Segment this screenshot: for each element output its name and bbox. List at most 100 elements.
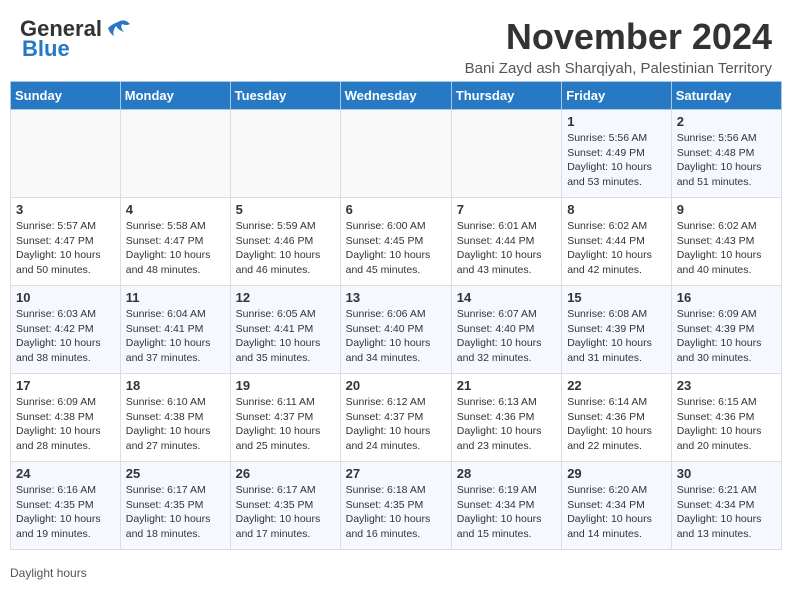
header-saturday: Saturday — [671, 82, 781, 110]
day-number: 8 — [567, 202, 666, 217]
day-number: 27 — [346, 466, 446, 481]
day-number: 30 — [677, 466, 776, 481]
day-number: 17 — [16, 378, 115, 393]
day-info: Sunrise: 6:04 AM Sunset: 4:41 PM Dayligh… — [126, 307, 225, 366]
table-row: 8 Sunrise: 6:02 AM Sunset: 4:44 PM Daylig… — [562, 198, 672, 286]
day-info: Sunrise: 6:06 AM Sunset: 4:40 PM Dayligh… — [346, 307, 446, 366]
day-number: 23 — [677, 378, 776, 393]
header-friday: Friday — [562, 82, 672, 110]
table-row: 17Sunrise: 6:09 AM Sunset: 4:38 PM Dayli… — [11, 374, 121, 462]
table-row: 18 Sunrise: 6:10 AM Sunset: 4:38 PM Dayli… — [120, 374, 230, 462]
day-number: 20 — [346, 378, 446, 393]
day-info: Sunrise: 5:58 AM Sunset: 4:47 PM Dayligh… — [126, 219, 225, 278]
table-row: 13 Sunrise: 6:06 AM Sunset: 4:40 PM Dayli… — [340, 286, 451, 374]
day-info: Sunrise: 6:11 AM Sunset: 4:37 PM Dayligh… — [236, 395, 335, 454]
table-row — [230, 110, 340, 198]
table-row: 4 Sunrise: 5:58 AM Sunset: 4:47 PM Daylig… — [120, 198, 230, 286]
header-monday: Monday — [120, 82, 230, 110]
table-row: 23 Sunrise: 6:15 AM Sunset: 4:36 PM Dayli… — [671, 374, 781, 462]
day-info: Sunrise: 6:19 AM Sunset: 4:34 PM Dayligh… — [457, 483, 556, 542]
day-number: 29 — [567, 466, 666, 481]
calendar-header: Sunday Monday Tuesday Wednesday Thursday… — [11, 82, 782, 110]
day-info: Sunrise: 6:15 AM Sunset: 4:36 PM Dayligh… — [677, 395, 776, 454]
day-info: Sunrise: 6:01 AM Sunset: 4:44 PM Dayligh… — [457, 219, 556, 278]
table-row: 21Sunrise: 6:13 AM Sunset: 4:36 PM Dayli… — [451, 374, 561, 462]
day-info: Sunrise: 5:56 AM Sunset: 4:48 PM Dayligh… — [677, 131, 776, 190]
day-number: 10 — [16, 290, 115, 305]
footer: Daylight hours — [0, 560, 792, 586]
day-info: Sunrise: 6:08 AM Sunset: 4:39 PM Dayligh… — [567, 307, 666, 366]
day-number: 24 — [16, 466, 115, 481]
table-row: 2Sunrise: 5:56 AM Sunset: 4:48 PM Daylig… — [671, 110, 781, 198]
day-info: Sunrise: 6:02 AM Sunset: 4:44 PM Dayligh… — [567, 219, 666, 278]
table-row: 11 Sunrise: 6:04 AM Sunset: 4:41 PM Dayli… — [120, 286, 230, 374]
day-number: 5 — [236, 202, 335, 217]
header-tuesday: Tuesday — [230, 82, 340, 110]
day-number: 14 — [457, 290, 556, 305]
header-wednesday: Wednesday — [340, 82, 451, 110]
table-row: 14 Sunrise: 6:07 AM Sunset: 4:40 PM Dayli… — [451, 286, 561, 374]
day-info: Sunrise: 6:21 AM Sunset: 4:34 PM Dayligh… — [677, 483, 776, 542]
table-row: 16 Sunrise: 6:09 AM Sunset: 4:39 PM Dayli… — [671, 286, 781, 374]
day-number: 3 — [16, 202, 115, 217]
day-number: 9 — [677, 202, 776, 217]
table-row: 10 Sunrise: 6:03 AM Sunset: 4:42 PM Dayli… — [11, 286, 121, 374]
day-number: 15 — [567, 290, 666, 305]
day-info: Sunrise: 6:16 AM Sunset: 4:35 PM Dayligh… — [16, 483, 115, 542]
title-section: November 2024 Bani Zayd ash Sharqiyah, P… — [465, 16, 772, 77]
table-row: 19 Sunrise: 6:11 AM Sunset: 4:37 PM Dayli… — [230, 374, 340, 462]
day-info: Sunrise: 6:03 AM Sunset: 4:42 PM Dayligh… — [16, 307, 115, 366]
calendar-table: Sunday Monday Tuesday Wednesday Thursday… — [10, 81, 782, 550]
table-row: 12 Sunrise: 6:05 AM Sunset: 4:41 PM Dayli… — [230, 286, 340, 374]
day-info: Sunrise: 6:00 AM Sunset: 4:45 PM Dayligh… — [346, 219, 446, 278]
month-title: November 2024 — [465, 16, 772, 58]
table-row — [451, 110, 561, 198]
day-number: 13 — [346, 290, 446, 305]
table-row: 30 Sunrise: 6:21 AM Sunset: 4:34 PM Dayli… — [671, 462, 781, 550]
day-number: 25 — [126, 466, 225, 481]
table-row: 28Sunrise: 6:19 AM Sunset: 4:34 PM Dayli… — [451, 462, 561, 550]
table-row: 6 Sunrise: 6:00 AM Sunset: 4:45 PM Daylig… — [340, 198, 451, 286]
day-number: 12 — [236, 290, 335, 305]
day-info: Sunrise: 5:59 AM Sunset: 4:46 PM Dayligh… — [236, 219, 335, 278]
day-info: Sunrise: 6:18 AM Sunset: 4:35 PM Dayligh… — [346, 483, 446, 542]
day-number: 16 — [677, 290, 776, 305]
logo-blue: Blue — [22, 36, 70, 62]
day-number: 26 — [236, 466, 335, 481]
daylight-hours-label: Daylight hours — [10, 566, 87, 580]
day-number: 18 — [126, 378, 225, 393]
table-row — [11, 110, 121, 198]
logo-bird-icon — [104, 18, 132, 40]
header-thursday: Thursday — [451, 82, 561, 110]
header-sunday: Sunday — [11, 82, 121, 110]
day-info: Sunrise: 6:07 AM Sunset: 4:40 PM Dayligh… — [457, 307, 556, 366]
table-row: 27 Sunrise: 6:18 AM Sunset: 4:35 PM Dayli… — [340, 462, 451, 550]
table-row: 22 Sunrise: 6:14 AM Sunset: 4:36 PM Dayli… — [562, 374, 672, 462]
day-number: 7 — [457, 202, 556, 217]
day-info: Sunrise: 6:09 AM Sunset: 4:39 PM Dayligh… — [677, 307, 776, 366]
day-number: 21 — [457, 378, 556, 393]
day-info: Sunrise: 5:57 AM Sunset: 4:47 PM Dayligh… — [16, 219, 115, 278]
table-row: 29 Sunrise: 6:20 AM Sunset: 4:34 PM Dayli… — [562, 462, 672, 550]
day-number: 1 — [567, 114, 666, 129]
day-number: 19 — [236, 378, 335, 393]
day-number: 4 — [126, 202, 225, 217]
day-info: Sunrise: 6:17 AM Sunset: 4:35 PM Dayligh… — [126, 483, 225, 542]
table-row: 26 Sunrise: 6:17 AM Sunset: 4:35 PM Dayli… — [230, 462, 340, 550]
subtitle: Bani Zayd ash Sharqiyah, Palestinian Ter… — [465, 60, 772, 77]
day-number: 22 — [567, 378, 666, 393]
day-info: Sunrise: 6:17 AM Sunset: 4:35 PM Dayligh… — [236, 483, 335, 542]
table-row: 20 Sunrise: 6:12 AM Sunset: 4:37 PM Dayli… — [340, 374, 451, 462]
day-number: 6 — [346, 202, 446, 217]
table-row: 15 Sunrise: 6:08 AM Sunset: 4:39 PM Dayli… — [562, 286, 672, 374]
day-info: Sunrise: 6:10 AM Sunset: 4:38 PM Dayligh… — [126, 395, 225, 454]
logo: General Blue — [20, 16, 132, 62]
day-info: Sunrise: 5:56 AM Sunset: 4:49 PM Dayligh… — [567, 131, 666, 190]
day-info: Sunrise: 6:20 AM Sunset: 4:34 PM Dayligh… — [567, 483, 666, 542]
table-row: 5 Sunrise: 5:59 AM Sunset: 4:46 PM Daylig… — [230, 198, 340, 286]
day-info: Sunrise: 6:05 AM Sunset: 4:41 PM Dayligh… — [236, 307, 335, 366]
day-info: Sunrise: 6:14 AM Sunset: 4:36 PM Dayligh… — [567, 395, 666, 454]
table-row: 25 Sunrise: 6:17 AM Sunset: 4:35 PM Dayli… — [120, 462, 230, 550]
day-info: Sunrise: 6:12 AM Sunset: 4:37 PM Dayligh… — [346, 395, 446, 454]
day-number: 11 — [126, 290, 225, 305]
